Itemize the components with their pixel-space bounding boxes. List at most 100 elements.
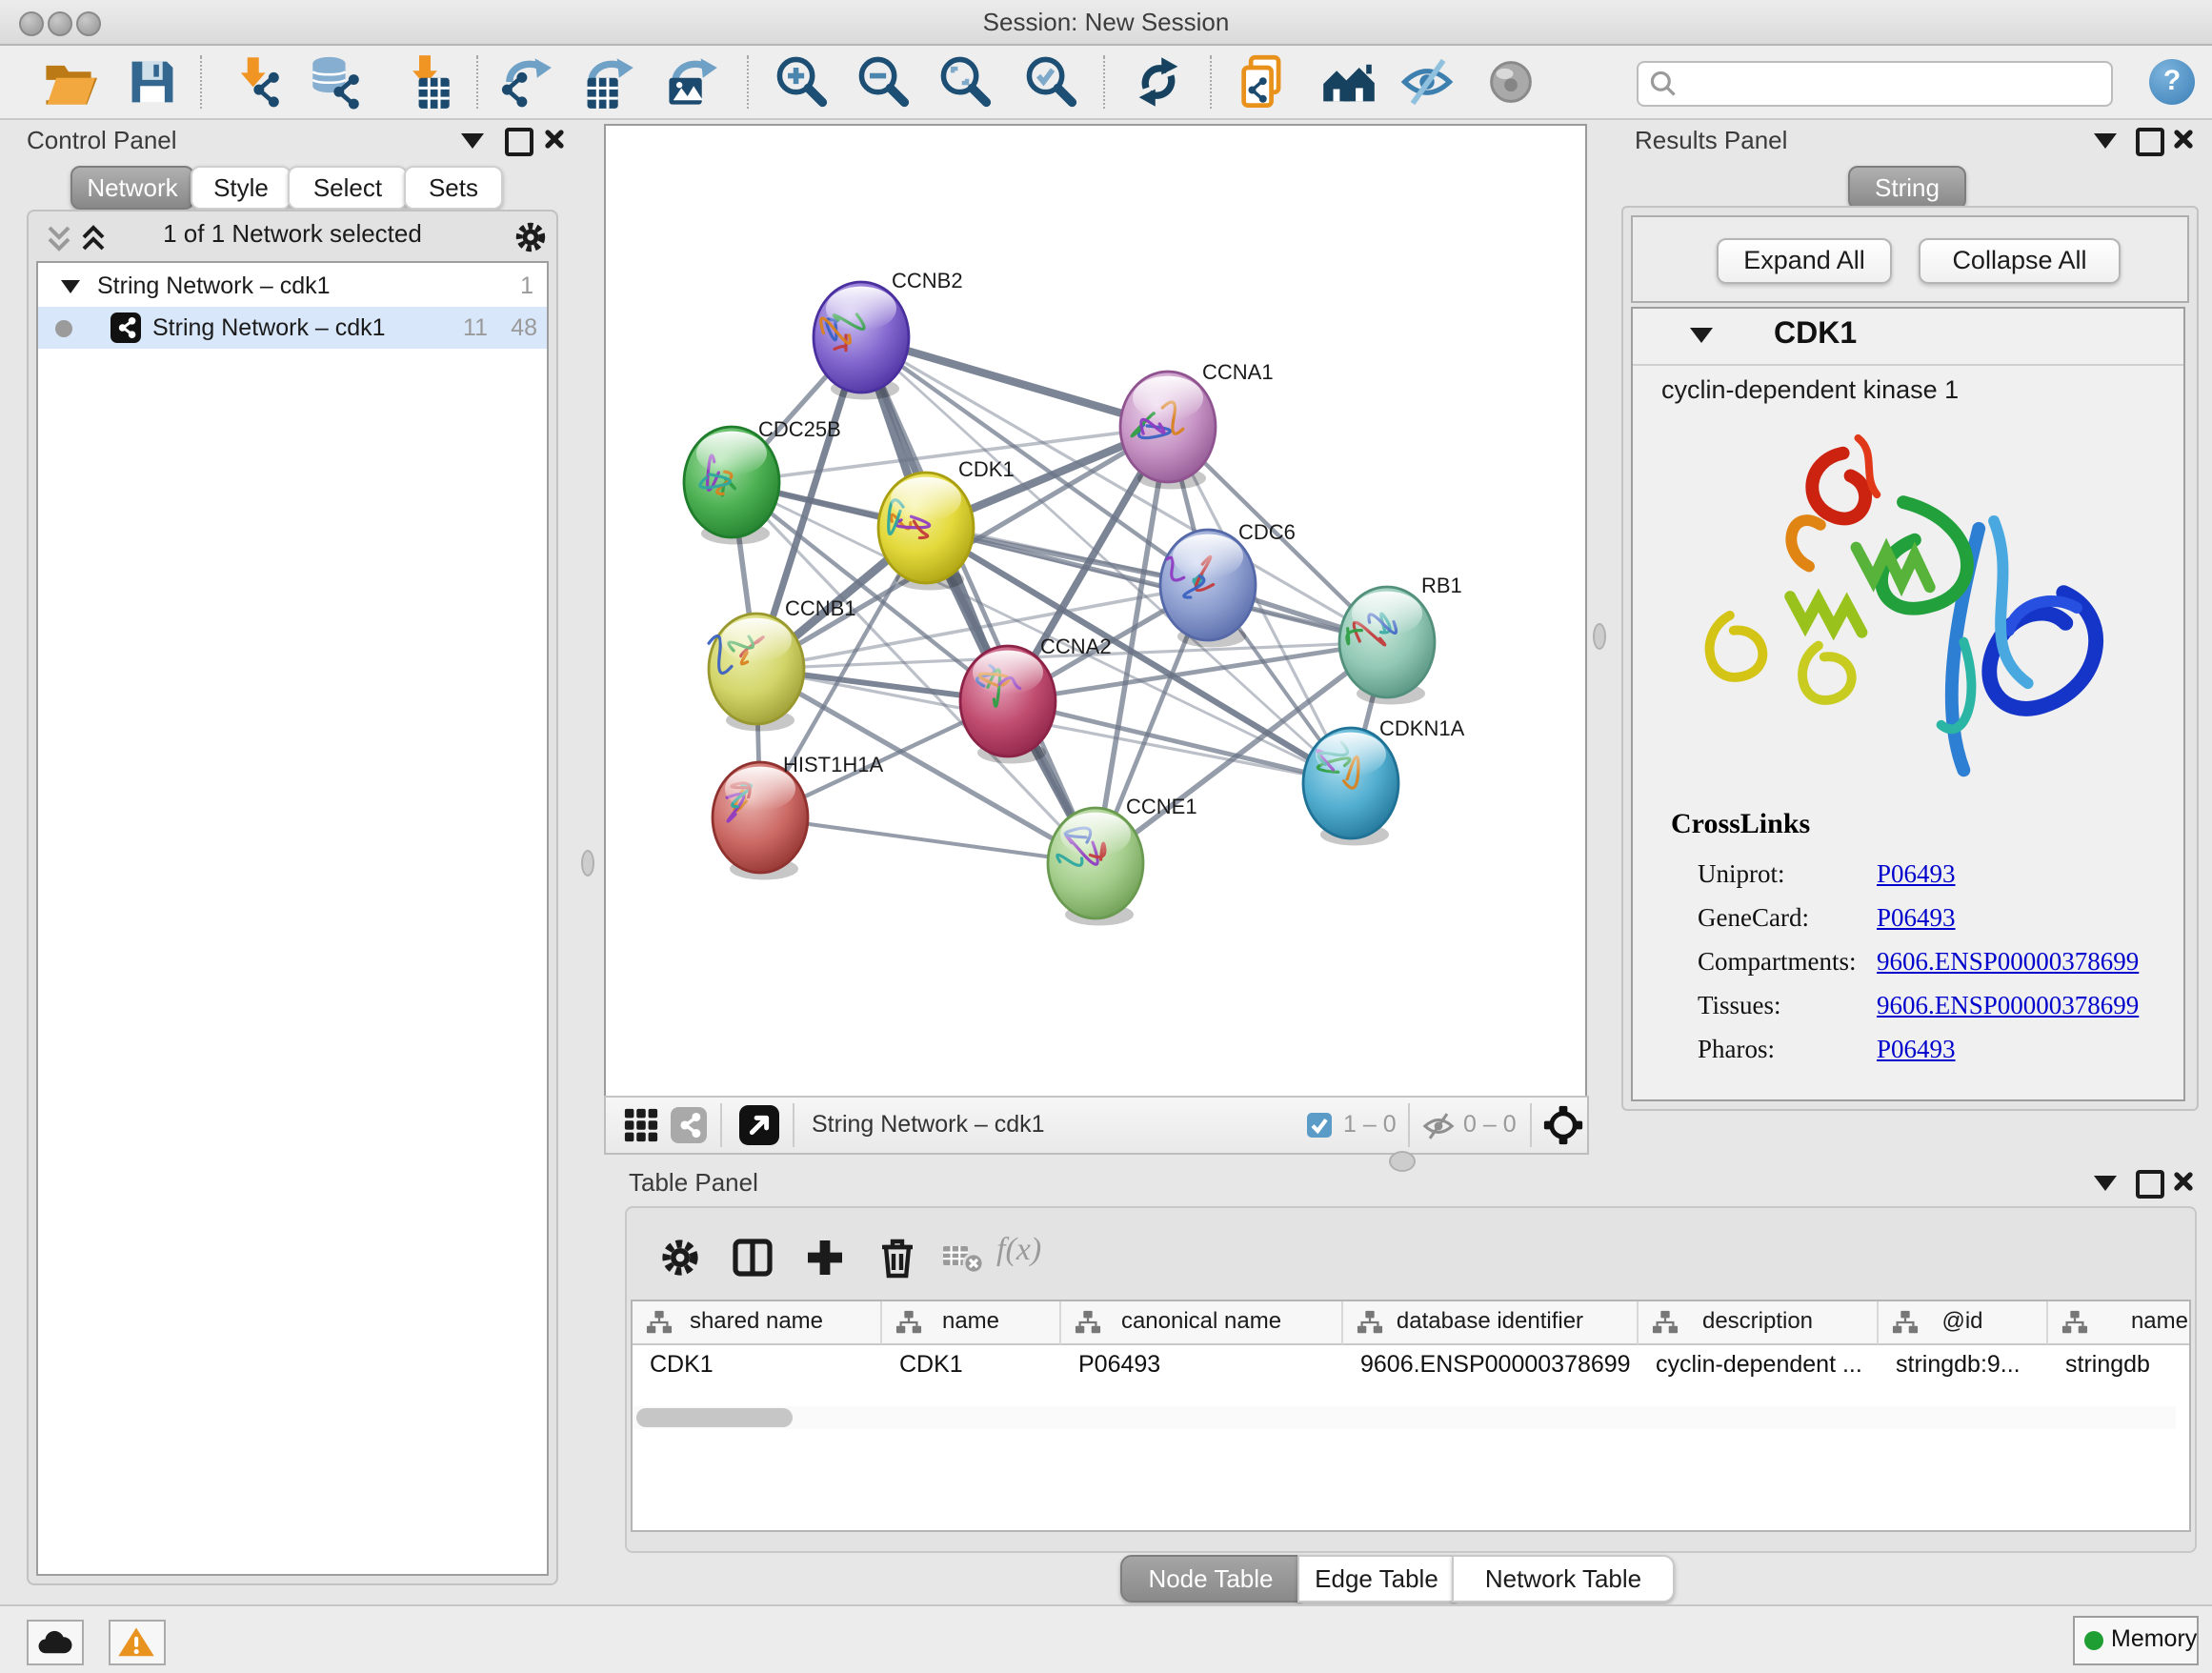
network-canvas[interactable]: CCNB2 CCNA1 CDC25B CDK1 CDC6 <box>604 124 1587 1098</box>
show-eye-button[interactable] <box>1482 53 1539 111</box>
column-header-shared-name[interactable]: shared name <box>633 1301 882 1345</box>
node-CDKN1A[interactable]: CDKN1A <box>1303 716 1465 846</box>
table-cell[interactable]: P06493 <box>1078 1345 1341 1385</box>
column-header-description[interactable]: description <box>1639 1301 1879 1345</box>
home-string-button[interactable] <box>1320 53 1377 111</box>
network-row-selected[interactable]: String Network – cdk1 11 48 <box>38 307 547 349</box>
show-eye-icon <box>1482 53 1539 111</box>
table-cell[interactable]: stringdb <box>2065 1345 2191 1385</box>
column-header-canonical-name[interactable]: canonical name <box>1061 1301 1343 1345</box>
zoom-out-button[interactable] <box>855 53 913 111</box>
crosslink-link[interactable]: P06493 <box>1877 1035 1956 1065</box>
expand-all-button[interactable]: Expand All <box>1717 238 1892 284</box>
node-CDC6[interactable]: CDC6 <box>1160 520 1296 648</box>
table-cell[interactable]: cyclin-dependent ... <box>1656 1345 1877 1385</box>
results-panel-minimize-icon[interactable] <box>2094 133 2117 149</box>
horizontal-splitter-handle[interactable] <box>1389 1151 1416 1172</box>
zoom-selected-button[interactable] <box>1023 53 1080 111</box>
refresh-button[interactable] <box>1130 53 1187 111</box>
network-collection-row[interactable]: String Network – cdk1 1 <box>38 265 547 307</box>
table-cell[interactable]: stringdb:9... <box>1896 1345 2046 1385</box>
node-CCNB2[interactable]: CCNB2 <box>814 269 963 400</box>
import-network-file-button[interactable] <box>229 53 286 111</box>
network-from-clipboard-button[interactable] <box>1235 53 1292 111</box>
column-header--id[interactable]: @id <box>1879 1301 2048 1345</box>
tab-sets[interactable]: Sets <box>404 166 503 210</box>
node-HIST1H1A[interactable]: HIST1H1A <box>713 753 883 880</box>
column-header-database-identifier[interactable]: database identifier <box>1343 1301 1639 1345</box>
crosslink-link[interactable]: 9606.ENSP00000378699 <box>1877 991 2139 1021</box>
results-panel-float-icon[interactable] <box>2136 128 2164 156</box>
search-input[interactable] <box>1684 65 2107 103</box>
table-cell[interactable]: CDK1 <box>650 1345 880 1385</box>
hide-selected-button[interactable] <box>1398 53 1456 111</box>
tab-network[interactable]: Network <box>70 166 194 210</box>
main-toolbar: ? <box>0 46 2212 120</box>
import-network-file-icon <box>229 53 286 111</box>
share-view-icon[interactable] <box>671 1107 707 1143</box>
grid-view-icon[interactable] <box>623 1107 659 1143</box>
open-session-button[interactable] <box>40 53 97 111</box>
cloud-button[interactable] <box>27 1620 84 1665</box>
search-box[interactable] <box>1637 61 2113 107</box>
table-options-gear-icon[interactable] <box>657 1235 703 1280</box>
zoom-fit-button[interactable] <box>937 53 995 111</box>
warnings-button[interactable] <box>109 1620 166 1665</box>
node-RB1[interactable]: RB1 <box>1339 574 1462 705</box>
tab-select[interactable]: Select <box>288 166 408 210</box>
node-label-CCNA1: CCNA1 <box>1202 360 1274 384</box>
string-results-container: Expand All Collapse All CDK1 cyclin-depe… <box>1621 206 2199 1111</box>
network-options-gear-icon[interactable] <box>513 219 549 255</box>
right-splitter-handle[interactable] <box>1593 623 1606 650</box>
selected-checkbox[interactable] <box>1307 1113 1332 1138</box>
export-image-button[interactable] <box>663 53 720 111</box>
tab-network-table[interactable]: Network Table <box>1452 1555 1675 1602</box>
tab-string[interactable]: String <box>1848 166 1966 210</box>
save-session-button[interactable] <box>124 53 181 111</box>
node-CCNA1[interactable]: CCNA1 <box>1120 360 1274 490</box>
export-table-button[interactable] <box>579 53 636 111</box>
column-header-namespace[interactable]: namespace <box>2048 1301 2191 1345</box>
fit-reposition-icon[interactable] <box>1543 1105 1583 1145</box>
table-panel-close-icon[interactable] <box>2170 1168 2197 1195</box>
export-network-button[interactable] <box>497 53 554 111</box>
scrollbar-thumb[interactable] <box>636 1408 793 1427</box>
protein-card-header[interactable]: CDK1 <box>1633 309 2183 366</box>
node-label-HIST1H1A: HIST1H1A <box>783 753 883 776</box>
table-panel-float-icon[interactable] <box>2136 1170 2164 1199</box>
tab-edge-table[interactable]: Edge Table <box>1297 1555 1456 1602</box>
help-button[interactable]: ? <box>2149 59 2195 105</box>
show-columns-icon[interactable] <box>730 1235 775 1280</box>
table-panel-minimize-icon[interactable] <box>2094 1176 2117 1191</box>
tab-node-table[interactable]: Node Table <box>1120 1555 1301 1602</box>
collapse-all-button[interactable]: Collapse All <box>1919 238 2121 284</box>
crosslink-link[interactable]: 9606.ENSP00000378699 <box>1877 947 2139 978</box>
create-column-icon[interactable] <box>802 1235 848 1280</box>
search-icon <box>1648 69 1679 99</box>
crosslink-link[interactable]: P06493 <box>1877 859 1956 890</box>
node-label-CCNB2: CCNB2 <box>892 269 963 292</box>
import-table-file-button[interactable] <box>396 53 453 111</box>
network-nodes[interactable]: CCNB2 CCNA1 CDC25B CDK1 CDC6 <box>684 269 1465 926</box>
column-header-name[interactable]: name <box>882 1301 1061 1345</box>
results-panel-close-icon[interactable] <box>2170 126 2197 152</box>
delete-column-icon[interactable] <box>875 1235 920 1280</box>
collection-expand-icon[interactable] <box>61 280 80 293</box>
birds-eye-view-icon[interactable] <box>739 1105 779 1145</box>
table-cell[interactable]: 9606.ENSP00000378699 <box>1360 1345 1637 1385</box>
control-panel-minimize-icon[interactable] <box>461 133 484 149</box>
control-panel-close-icon[interactable] <box>541 126 568 152</box>
table-horizontal-scrollbar[interactable] <box>633 1406 2176 1429</box>
tab-style[interactable]: Style <box>191 166 292 210</box>
network-graph[interactable]: CCNB2 CCNA1 CDC25B CDK1 CDC6 <box>606 126 1585 1096</box>
memory-button[interactable]: Memory <box>2073 1616 2199 1665</box>
import-network-database-button[interactable] <box>309 53 366 111</box>
zoom-out-icon <box>855 53 913 111</box>
control-panel-float-icon[interactable] <box>505 128 533 156</box>
crosslink-link[interactable]: P06493 <box>1877 903 1956 934</box>
zoom-in-button[interactable] <box>774 53 831 111</box>
left-splitter-handle[interactable] <box>581 850 594 877</box>
collapse-protein-icon[interactable] <box>1690 328 1713 343</box>
table-cell[interactable]: CDK1 <box>899 1345 1059 1385</box>
crosslink-row: Pharos: P06493 <box>1633 1035 2183 1067</box>
